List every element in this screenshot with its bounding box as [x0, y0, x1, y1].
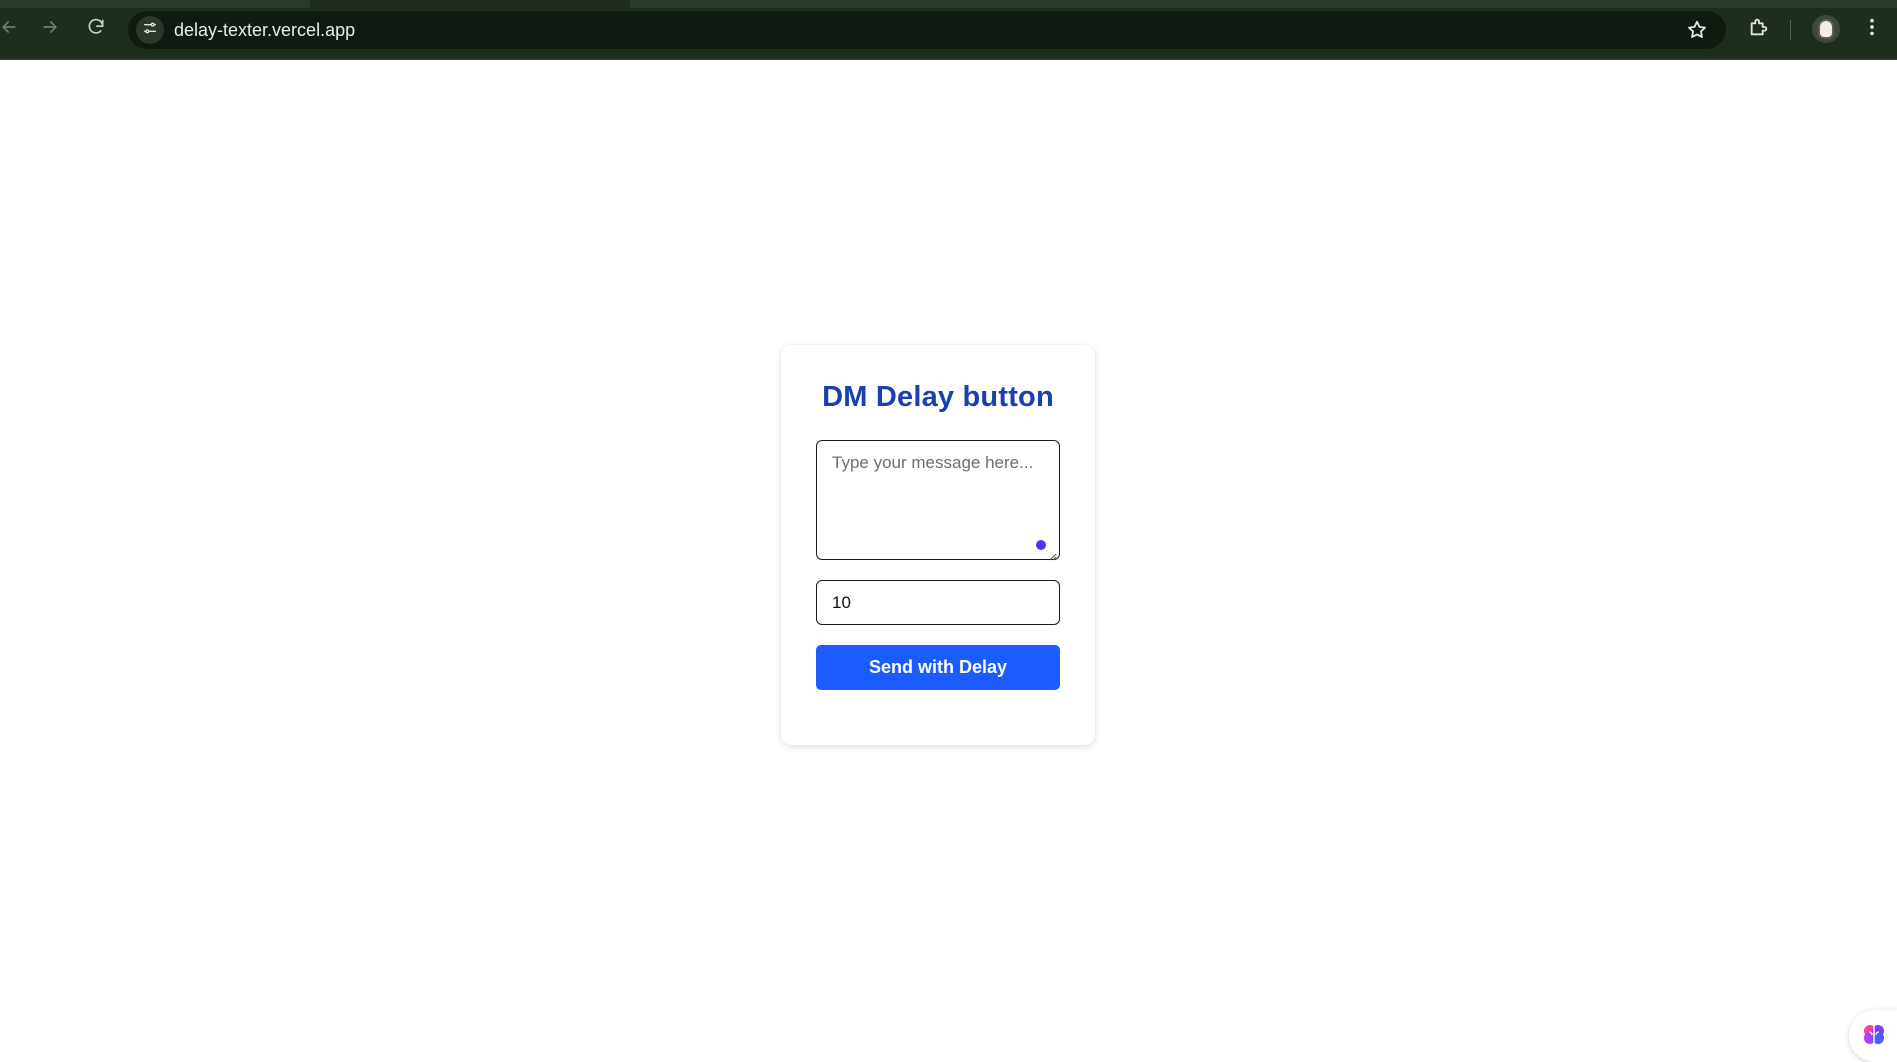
puzzle-icon [1748, 16, 1770, 43]
resize-handle-icon[interactable] [1048, 548, 1057, 561]
more-vert-icon [1861, 16, 1883, 43]
address-bar[interactable]: delay-texter.vercel.app [128, 11, 1726, 49]
tab-strip [0, 0, 1897, 8]
delay-seconds-input[interactable] [816, 580, 1060, 625]
delay-card: DM Delay button Send with Delay [781, 345, 1095, 745]
arrow-left-icon [0, 17, 19, 42]
back-button[interactable] [0, 14, 24, 44]
browser-toolbar: delay-texter.vercel.app [0, 0, 1897, 60]
tune-icon [142, 20, 158, 41]
page-content: DM Delay button Send with Delay [0, 61, 1897, 1062]
site-info-button[interactable] [136, 16, 164, 44]
message-textarea[interactable] [816, 440, 1060, 560]
toolbar-divider [1790, 20, 1791, 40]
extensions-button[interactable] [1745, 15, 1773, 43]
profile-avatar[interactable] [1812, 15, 1840, 43]
reload-button[interactable] [81, 14, 111, 44]
page-title: DM Delay button [822, 381, 1054, 413]
send-with-delay-button[interactable]: Send with Delay [816, 645, 1060, 690]
arrow-right-icon [40, 17, 60, 42]
forward-button[interactable] [35, 14, 65, 44]
reload-icon [86, 17, 106, 42]
active-tab-indicator [310, 0, 630, 8]
browser-menu-button[interactable] [1858, 15, 1886, 43]
bookmark-star-icon[interactable] [1686, 19, 1708, 41]
grammar-assistant-dot[interactable] [1036, 540, 1046, 550]
url-text[interactable]: delay-texter.vercel.app [174, 20, 355, 41]
brain-icon [1861, 1021, 1887, 1052]
floating-assistant-widget[interactable] [1849, 1010, 1897, 1062]
avatar-image [1818, 19, 1834, 39]
